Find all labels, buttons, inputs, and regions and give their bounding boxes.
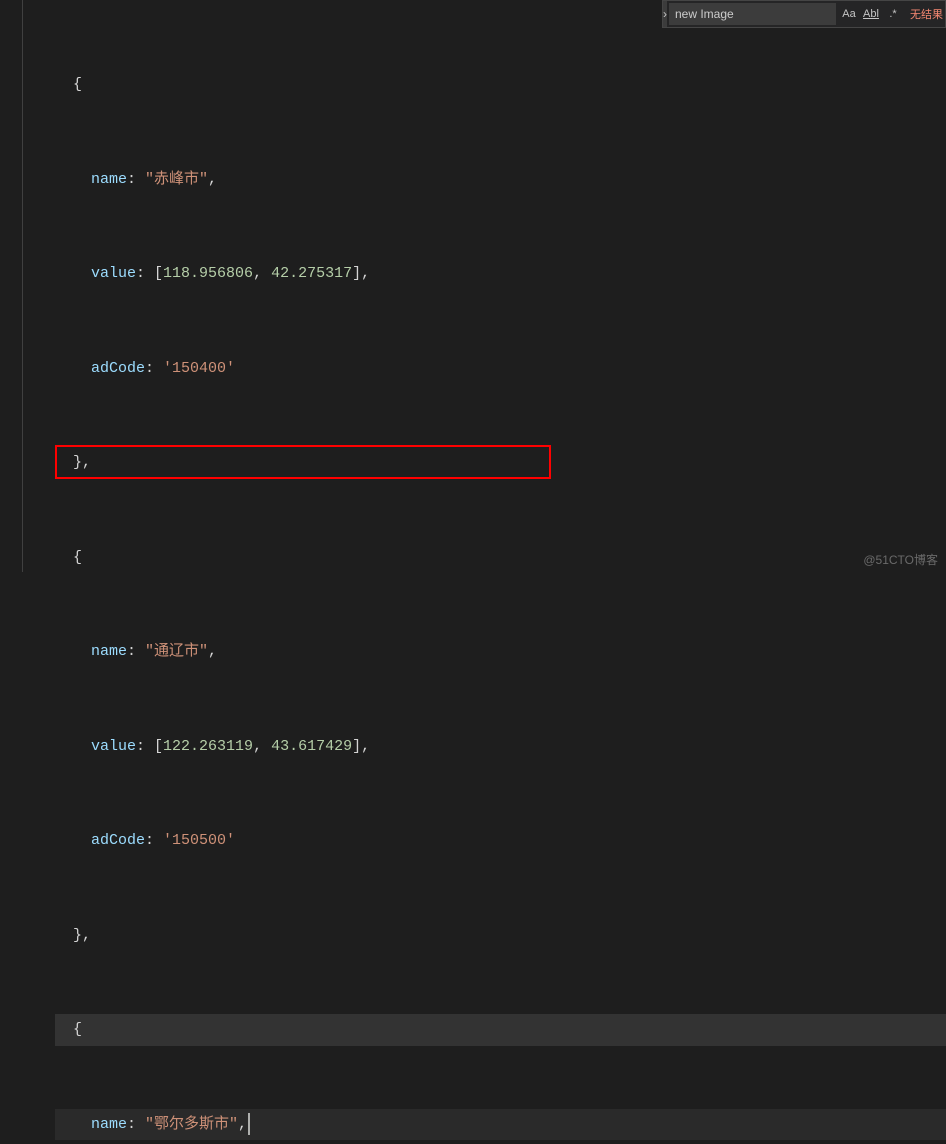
search-input[interactable]	[669, 3, 836, 25]
prop-key: value	[91, 265, 136, 282]
prop-key: value	[91, 738, 136, 755]
number-literal: 43.617429	[271, 738, 352, 755]
prop-key: name	[91, 643, 127, 660]
prop-key: adCode	[91, 832, 145, 849]
prop-value: "通辽市"	[145, 643, 208, 660]
code-editor[interactable]: { name: "赤峰市", value: [118.956806, 42.27…	[55, 6, 946, 1144]
prop-value: '150400'	[163, 360, 235, 377]
number-literal: 42.275317	[271, 265, 352, 282]
match-word-icon[interactable]: Abl	[862, 5, 880, 23]
prop-value: "赤峰市"	[145, 171, 208, 188]
prop-key: adCode	[91, 360, 145, 377]
number-literal: 122.263119	[163, 738, 253, 755]
prop-value: "鄂尔多斯市"	[145, 1116, 238, 1133]
search-result-count: 无结果	[906, 6, 946, 22]
match-case-icon[interactable]: Aa	[840, 5, 858, 23]
line-gutter	[0, 0, 55, 572]
vertical-scrollbar[interactable]	[934, 28, 946, 572]
prop-key: name	[91, 171, 127, 188]
number-literal: 118.956806	[163, 265, 253, 282]
regex-icon[interactable]: .*	[884, 5, 902, 23]
prop-value: '150500'	[163, 832, 235, 849]
watermark-text: @51CTO博客	[863, 551, 938, 568]
prop-key: name	[91, 1116, 127, 1133]
expand-search-icon[interactable]: ›	[663, 1, 667, 27]
find-widget[interactable]: › Aa Abl .* 无结果	[662, 0, 946, 28]
text-cursor	[248, 1113, 250, 1135]
fold-guide	[22, 0, 23, 572]
